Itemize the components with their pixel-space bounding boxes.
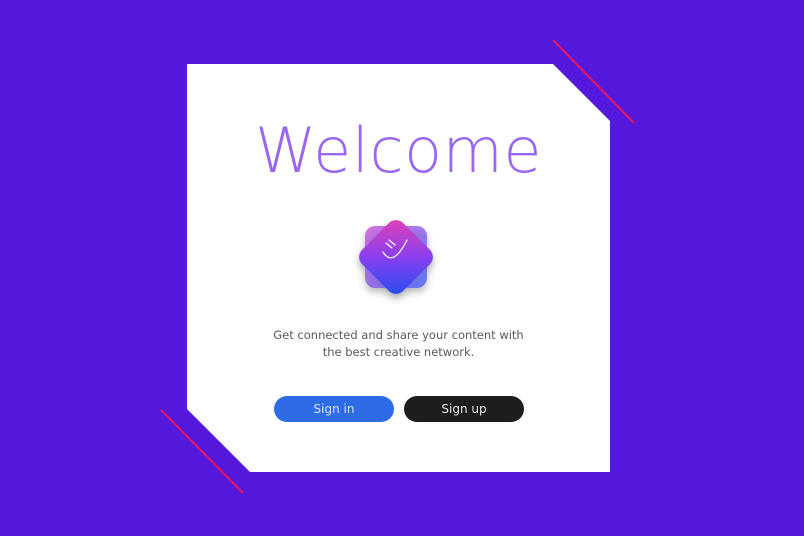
tagline-line-2: the best creative network. — [322, 345, 475, 359]
logo — [349, 210, 449, 310]
smile-diamond-icon — [359, 220, 433, 294]
sign-up-button[interactable]: Sign up — [404, 396, 524, 422]
sign-in-button[interactable]: Sign in — [274, 396, 394, 422]
welcome-card: Welcome Get connected and share your con… — [187, 64, 610, 472]
welcome-title: Welcome — [254, 114, 543, 187]
tagline: Get connected and share your content wit… — [187, 327, 610, 361]
tagline-line-1: Get connected and share your content wit… — [273, 328, 524, 342]
